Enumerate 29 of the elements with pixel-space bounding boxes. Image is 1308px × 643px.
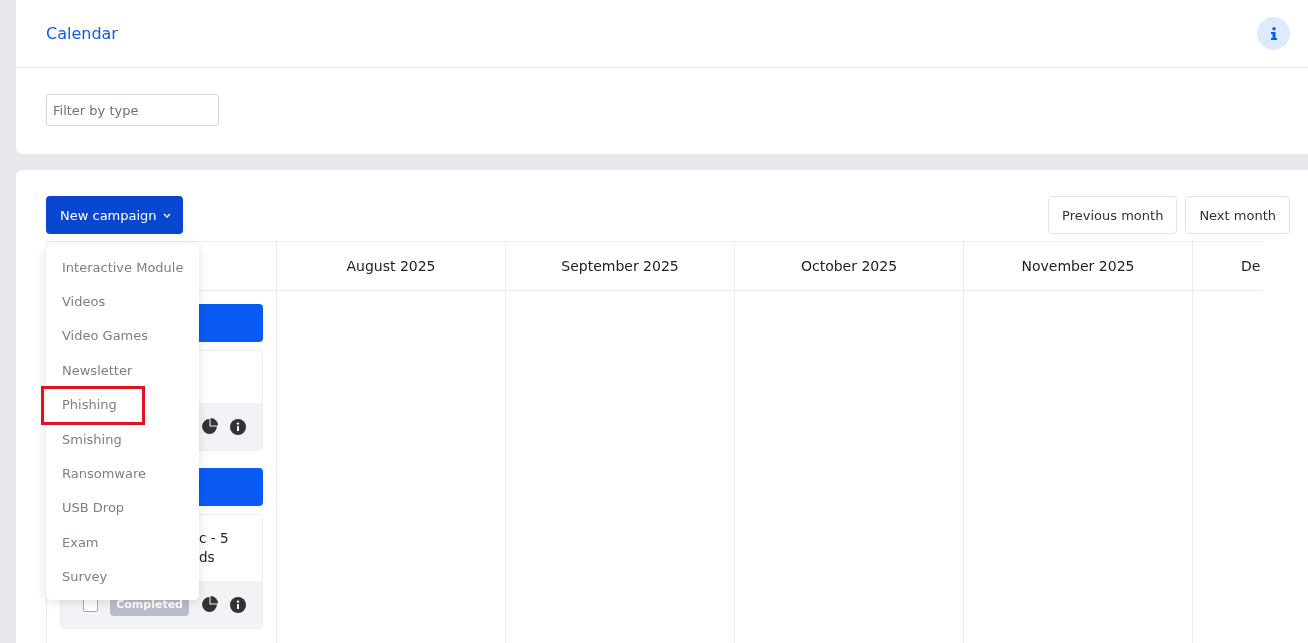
month-header: De <box>1193 242 1263 291</box>
month-header: September 2025 <box>506 242 735 291</box>
pie-chart-icon[interactable] <box>201 418 218 435</box>
info-icon[interactable] <box>230 418 246 435</box>
next-month-button[interactable]: Next month <box>1185 196 1290 234</box>
menu-item[interactable]: Video Games <box>46 318 199 354</box>
menu-item[interactable]: Smishing <box>46 421 199 457</box>
filter-field[interactable]: Filter by type <box>46 94 219 126</box>
info-icon[interactable] <box>230 596 246 613</box>
previous-month-button[interactable]: Previous month <box>1048 196 1178 234</box>
menu-item[interactable]: Videos <box>46 284 199 319</box>
month-header: October 2025 <box>735 242 964 291</box>
pie-chart-icon[interactable] <box>201 596 218 613</box>
menu-item[interactable]: Phishing <box>46 387 199 422</box>
page-title: Calendar <box>46 24 118 43</box>
month-header: August 2025 <box>277 242 506 291</box>
info-button[interactable] <box>1257 17 1290 50</box>
menu-item[interactable]: Exam <box>46 525 199 560</box>
campaign-name: ds <box>199 548 216 567</box>
new-campaign-button[interactable]: New campaign <box>46 196 183 234</box>
menu-item[interactable]: USB Drop <box>46 490 199 526</box>
campaign-name: c - 5 <box>199 529 230 548</box>
menu-item[interactable]: Ransomware <box>46 456 199 491</box>
menu-item[interactable]: Newsletter <box>46 353 199 388</box>
menu-item[interactable]: Interactive Module <box>46 250 199 285</box>
info-icon <box>1270 27 1277 40</box>
chevron-down-icon <box>162 212 171 218</box>
month-header: November 2025 <box>964 242 1193 291</box>
menu-item[interactable]: Survey <box>46 559 199 594</box>
